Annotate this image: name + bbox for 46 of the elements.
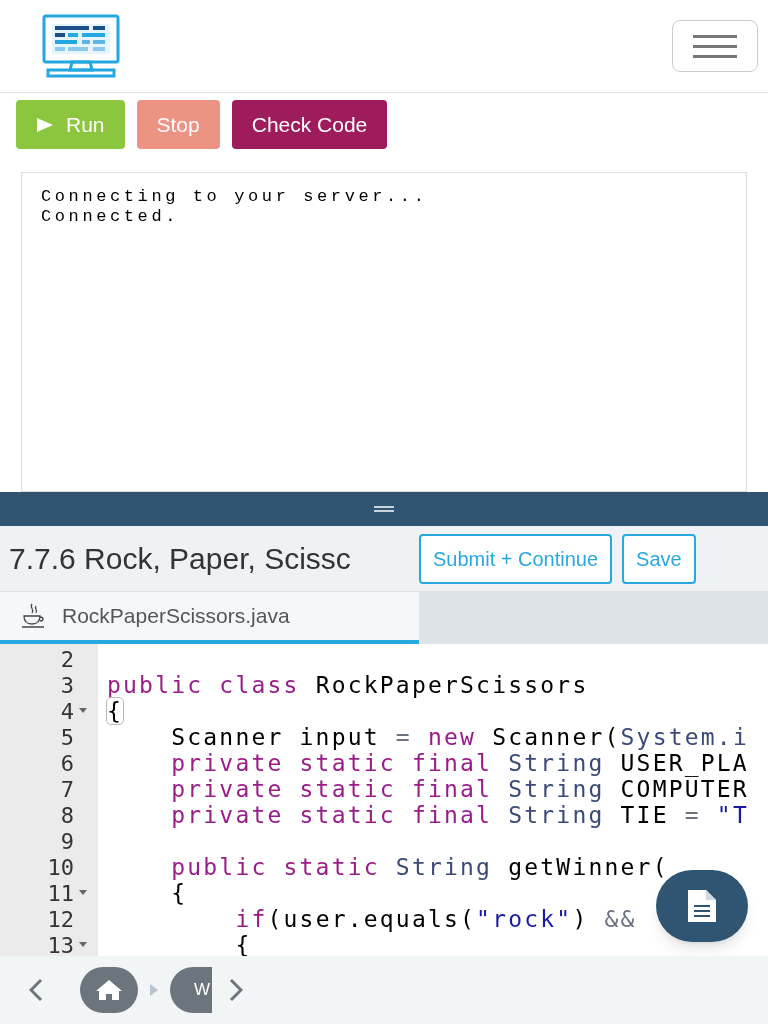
chevron-right-icon bbox=[229, 978, 243, 1002]
line-number: 4 bbox=[60, 697, 74, 726]
drag-handle-icon bbox=[374, 506, 394, 512]
line-number: 5 bbox=[60, 723, 74, 752]
code-line: { bbox=[234, 932, 252, 956]
code-line: if(user.equals("rock") && bbox=[234, 906, 637, 932]
line-number: 11 bbox=[47, 879, 74, 908]
code-line: private static final String USER_PLA bbox=[170, 750, 749, 776]
chevron-left-icon bbox=[29, 978, 43, 1002]
line-number: 13 bbox=[47, 931, 74, 956]
monitor-logo-icon bbox=[42, 14, 120, 78]
line-number: 3 bbox=[60, 671, 74, 700]
home-icon bbox=[95, 979, 123, 1001]
line-number: 2 bbox=[60, 645, 74, 674]
line-number: 6 bbox=[60, 749, 74, 778]
home-button[interactable] bbox=[80, 967, 138, 1013]
console-line: Connecting to your server... bbox=[41, 187, 429, 207]
code-line: private static final String TIE = "T bbox=[170, 802, 749, 828]
line-number: 7 bbox=[60, 775, 74, 804]
fold-arrow-icon[interactable] bbox=[78, 708, 88, 714]
code-line: { bbox=[170, 880, 188, 906]
line-number: 8 bbox=[60, 801, 74, 830]
fold-arrow-icon[interactable] bbox=[78, 890, 88, 896]
code-line: Scanner input = new Scanner(System.i bbox=[170, 724, 749, 750]
line-number: 10 bbox=[47, 853, 74, 882]
exercise-title: 7.7.6 Rock, Paper, Scissc bbox=[9, 542, 351, 575]
save-button[interactable]: Save bbox=[622, 533, 696, 584]
breadcrumb-button[interactable]: W bbox=[170, 967, 212, 1013]
stop-button[interactable]: Stop bbox=[136, 100, 220, 149]
code-line: public class RockPaperScissors bbox=[107, 672, 589, 698]
code-line: public static String getWinner( bbox=[170, 854, 669, 880]
code-line: private static final String COMPUTER bbox=[170, 776, 749, 802]
document-icon bbox=[686, 888, 718, 924]
console-line: Connected. bbox=[41, 207, 181, 227]
coffee-cup-icon bbox=[20, 602, 46, 630]
file-tab[interactable]: RockPaperScissors.java bbox=[0, 592, 419, 644]
submit-button[interactable]: Submit + Continue bbox=[419, 533, 613, 584]
menu-button[interactable] bbox=[672, 20, 758, 72]
code-line: { bbox=[107, 698, 124, 724]
check-code-button[interactable]: Check Code bbox=[231, 100, 388, 149]
line-number: 12 bbox=[47, 905, 74, 934]
breadcrumb-arrow-icon bbox=[150, 984, 158, 996]
fold-arrow-icon[interactable] bbox=[78, 942, 88, 948]
line-number: 9 bbox=[60, 827, 74, 856]
play-icon bbox=[36, 116, 54, 133]
run-button[interactable]: Run bbox=[16, 100, 125, 149]
